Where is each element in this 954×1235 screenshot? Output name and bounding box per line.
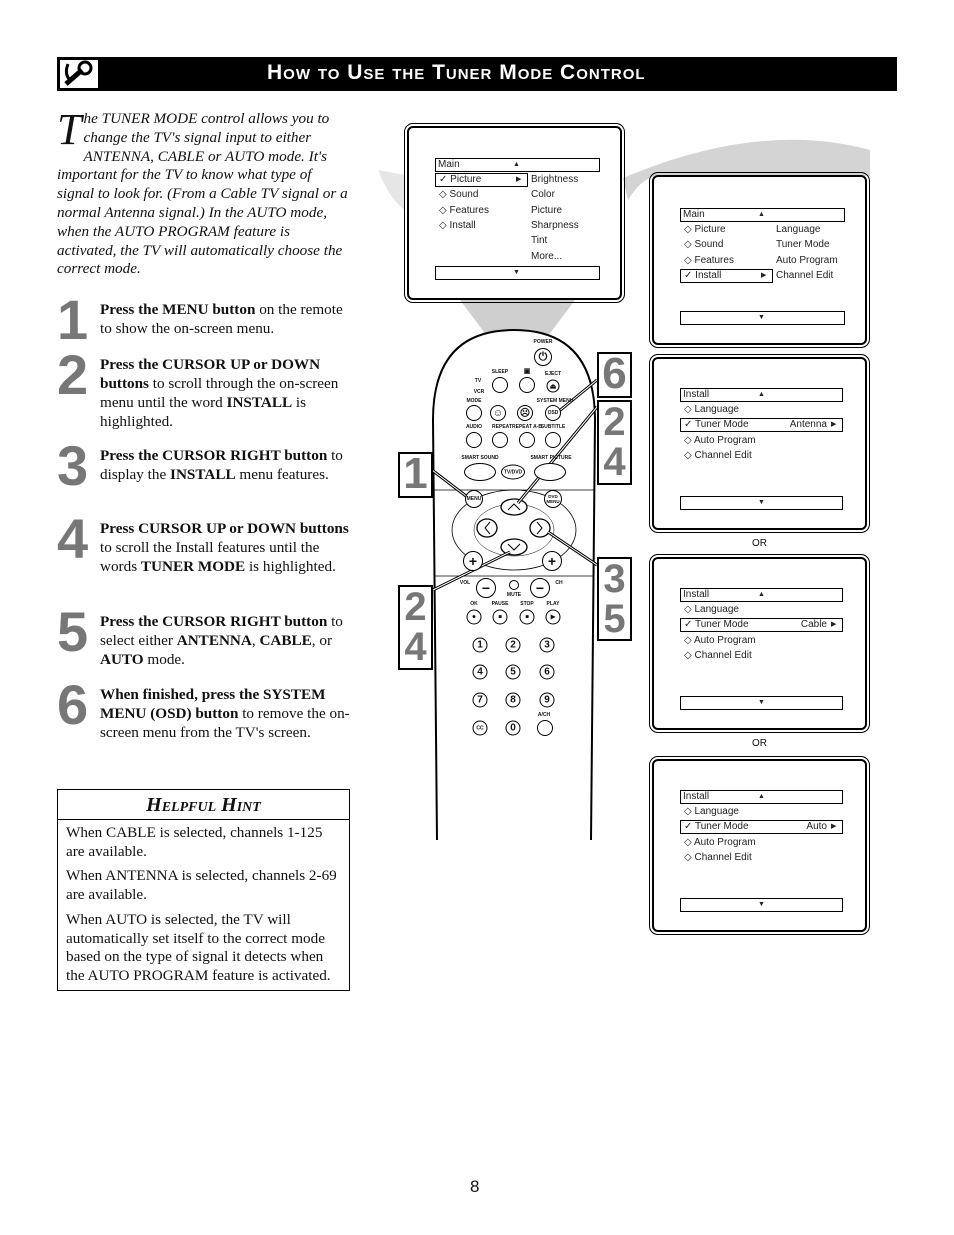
digit-3-button[interactable]: 3 bbox=[539, 637, 555, 653]
digit-9-button[interactable]: 9 bbox=[539, 692, 555, 708]
power-button[interactable]: ⏻ bbox=[534, 348, 552, 366]
mute-label: MUTE bbox=[506, 592, 522, 598]
cursor-up-button bbox=[500, 498, 528, 516]
channel-up-button[interactable]: + bbox=[542, 551, 562, 571]
pause-label: PAUSE bbox=[491, 601, 509, 607]
mode-button[interactable] bbox=[466, 405, 482, 421]
sleep-button[interactable] bbox=[492, 377, 508, 393]
stop-button[interactable]: ■ bbox=[519, 609, 535, 625]
vol-label: VOL bbox=[459, 580, 471, 586]
subtitle-label: SUBTITLE bbox=[540, 424, 566, 430]
smart-picture-label: SMART PICTURE bbox=[530, 455, 572, 461]
digit-7-button[interactable]: 7 bbox=[472, 692, 488, 708]
callout-steps-3-5: 3 5 bbox=[597, 557, 632, 641]
play-label: PLAY bbox=[546, 601, 560, 607]
callout-steps-2-4: 2 4 bbox=[597, 400, 632, 485]
digit-1-button[interactable]: 1 bbox=[472, 637, 488, 653]
cursor-down-button bbox=[500, 538, 528, 556]
cursor-right-button bbox=[529, 518, 551, 538]
callout-step-1: 1 bbox=[398, 452, 433, 498]
repeat-button[interactable] bbox=[492, 432, 508, 448]
osd-button[interactable]: OSD bbox=[545, 405, 561, 421]
smart-picture-button[interactable] bbox=[534, 463, 566, 481]
ach-label: A/CH bbox=[537, 712, 551, 718]
volume-up-button[interactable]: + bbox=[463, 551, 483, 571]
mute-button[interactable] bbox=[509, 580, 519, 590]
menu-button[interactable]: MENU bbox=[465, 490, 483, 508]
remote-control: POWER ⏻ SLEEP ▣ EJECT ⏏ TV VCR MODE ☺ ☹ … bbox=[0, 0, 954, 1235]
volume-down-button[interactable]: − bbox=[476, 578, 496, 598]
callout-steps-2-4: 2 4 bbox=[398, 585, 433, 670]
tvdvd-button[interactable]: TV/DVD bbox=[501, 464, 525, 480]
play-button[interactable]: ▶ bbox=[545, 609, 561, 625]
subtitle-button[interactable] bbox=[545, 432, 561, 448]
mode-label: MODE bbox=[466, 398, 482, 404]
eject-button[interactable]: ⏏ bbox=[546, 379, 560, 393]
tv-indicator: TV bbox=[474, 378, 482, 384]
digit-5-button[interactable]: 5 bbox=[505, 664, 521, 680]
smart-sound-button[interactable] bbox=[464, 463, 496, 481]
power-label: POWER bbox=[533, 339, 553, 345]
dvd-menu-button[interactable]: DVD MENU bbox=[544, 490, 562, 508]
ach-button[interactable] bbox=[537, 720, 553, 736]
system-menu-label: SYSTEM MENU bbox=[536, 398, 574, 404]
repeat-label: REPEAT bbox=[492, 424, 512, 430]
ok-button[interactable]: ● bbox=[466, 609, 482, 625]
pause-button[interactable]: ■ bbox=[492, 609, 508, 625]
cursor-left-button bbox=[476, 518, 498, 538]
cc-button[interactable]: CC bbox=[472, 720, 488, 736]
eject-label: EJECT bbox=[544, 371, 562, 377]
frown-button[interactable]: ☹ bbox=[517, 405, 533, 421]
digit-8-button[interactable]: 8 bbox=[505, 692, 521, 708]
page-number: 8 bbox=[470, 1177, 480, 1196]
channel-down-button[interactable]: − bbox=[530, 578, 550, 598]
audio-button[interactable] bbox=[466, 432, 482, 448]
sleep-label: SLEEP bbox=[491, 369, 509, 375]
smiley-button[interactable]: ☺ bbox=[490, 405, 506, 421]
aspect-ratio-icon: ▣ bbox=[523, 368, 531, 375]
repeat-ab-label: REPEAT A-B bbox=[512, 424, 542, 430]
callout-step-6: 6 bbox=[597, 352, 632, 398]
ch-label: CH bbox=[555, 580, 563, 586]
digit-6-button[interactable]: 6 bbox=[539, 664, 555, 680]
digit-0-button[interactable]: 0 bbox=[505, 720, 521, 736]
vcr-indicator: VCR bbox=[473, 389, 485, 395]
digit-2-button[interactable]: 2 bbox=[505, 637, 521, 653]
aspect-ratio-button[interactable] bbox=[519, 377, 535, 393]
digit-4-button[interactable]: 4 bbox=[472, 664, 488, 680]
stop-label: STOP bbox=[520, 601, 534, 607]
smart-sound-label: SMART SOUND bbox=[461, 455, 499, 461]
ok-label: OK bbox=[470, 601, 478, 607]
audio-label: AUDIO bbox=[465, 424, 483, 430]
repeat-ab-button[interactable] bbox=[519, 432, 535, 448]
